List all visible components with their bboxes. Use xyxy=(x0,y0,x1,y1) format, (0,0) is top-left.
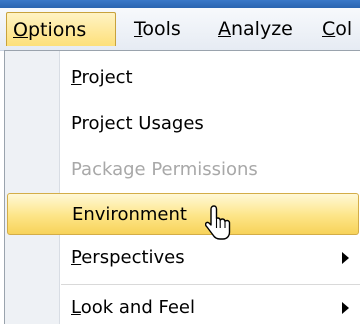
menu-item-perspectives[interactable]: Perspectives xyxy=(5,237,360,279)
submenu-arrow-icon xyxy=(342,252,349,264)
menu-tools-label: ools xyxy=(142,18,181,40)
menu-item-look-and-feel[interactable]: Look and Feel xyxy=(5,287,360,329)
menu-analyze[interactable]: Analyze xyxy=(212,12,299,46)
menu-item-project-usages[interactable]: Project Usages xyxy=(5,103,360,145)
menu-options-label: ptions xyxy=(27,19,87,41)
menu-options-accel: O xyxy=(13,19,28,41)
window-title-bar xyxy=(0,0,360,8)
menu-item-project-usages-label: Project Usages xyxy=(71,113,204,134)
menu-options[interactable]: Options xyxy=(6,12,116,46)
menu-item-perspectives-label: Perspectives xyxy=(71,247,185,268)
menu-item-environment-label: Environment xyxy=(72,204,187,225)
menu-item-package-permissions-label: Package Permissions xyxy=(71,159,258,180)
menu-tools[interactable]: Tools xyxy=(128,12,187,46)
menu-col-accel: C xyxy=(322,18,336,40)
menu-item-environment[interactable]: Environment xyxy=(7,193,359,235)
submenu-arrow-icon xyxy=(342,302,349,314)
menu-analyze-accel: A xyxy=(218,18,231,40)
menu-item-project[interactable]: Project xyxy=(5,57,360,99)
menu-item-package-permissions: Package Permissions xyxy=(5,149,360,191)
menu-separator xyxy=(61,284,360,285)
menu-item-project-label: Project xyxy=(71,67,133,88)
menu-bar: Options Tools Analyze Col xyxy=(0,8,360,51)
menu-col[interactable]: Col xyxy=(316,12,358,46)
menu-item-look-and-feel-label: Look and Feel xyxy=(71,297,195,318)
options-dropdown-menu: Project Project Usages Package Permissio… xyxy=(4,50,360,324)
menu-analyze-label: nalyze xyxy=(231,18,293,40)
menu-col-label: ol xyxy=(335,18,353,40)
mouse-pointer-icon xyxy=(205,205,231,240)
